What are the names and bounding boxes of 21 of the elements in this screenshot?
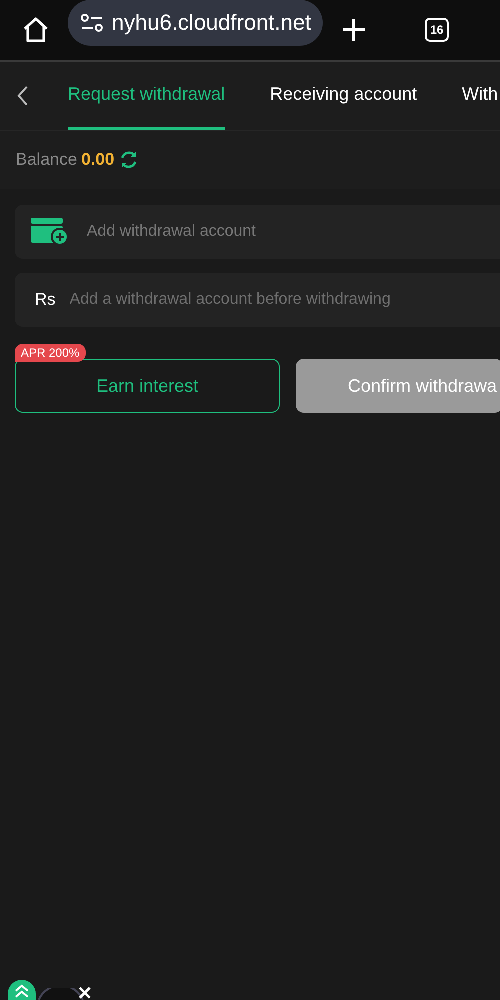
wallet-add-icon — [31, 218, 69, 246]
close-icon[interactable] — [78, 986, 92, 1000]
tab-count-button[interactable]: 16 — [425, 18, 449, 42]
add-account-label: Add withdrawal account — [87, 223, 256, 241]
scroll-up-icon[interactable] — [8, 980, 36, 1000]
tab[interactable]: Receiving account — [270, 62, 418, 130]
refresh-icon[interactable] — [118, 150, 139, 170]
tab[interactable]: With — [462, 62, 498, 130]
url-text: nyhu6.cloudfront.net — [112, 10, 312, 36]
balance-value: 0.00 — [81, 150, 115, 170]
amount-input[interactable]: Add a withdrawal account before withdrawing — [68, 290, 500, 310]
balance-label: Balance — [16, 150, 78, 170]
currency-label: Rs — [35, 290, 56, 310]
new-tab-icon[interactable] — [341, 17, 368, 43]
site-settings-icon[interactable] — [80, 14, 104, 32]
home-icon[interactable] — [22, 16, 50, 44]
add-account-row[interactable]: Add withdrawal account — [15, 205, 500, 259]
address-bar[interactable]: nyhu6.cloudfront.net — [68, 0, 324, 46]
back-icon[interactable] — [16, 85, 30, 107]
amount-field[interactable]: Rs Add a withdrawal account before withdrawing — [15, 273, 500, 327]
apr-badge: APR 200% — [15, 344, 86, 362]
